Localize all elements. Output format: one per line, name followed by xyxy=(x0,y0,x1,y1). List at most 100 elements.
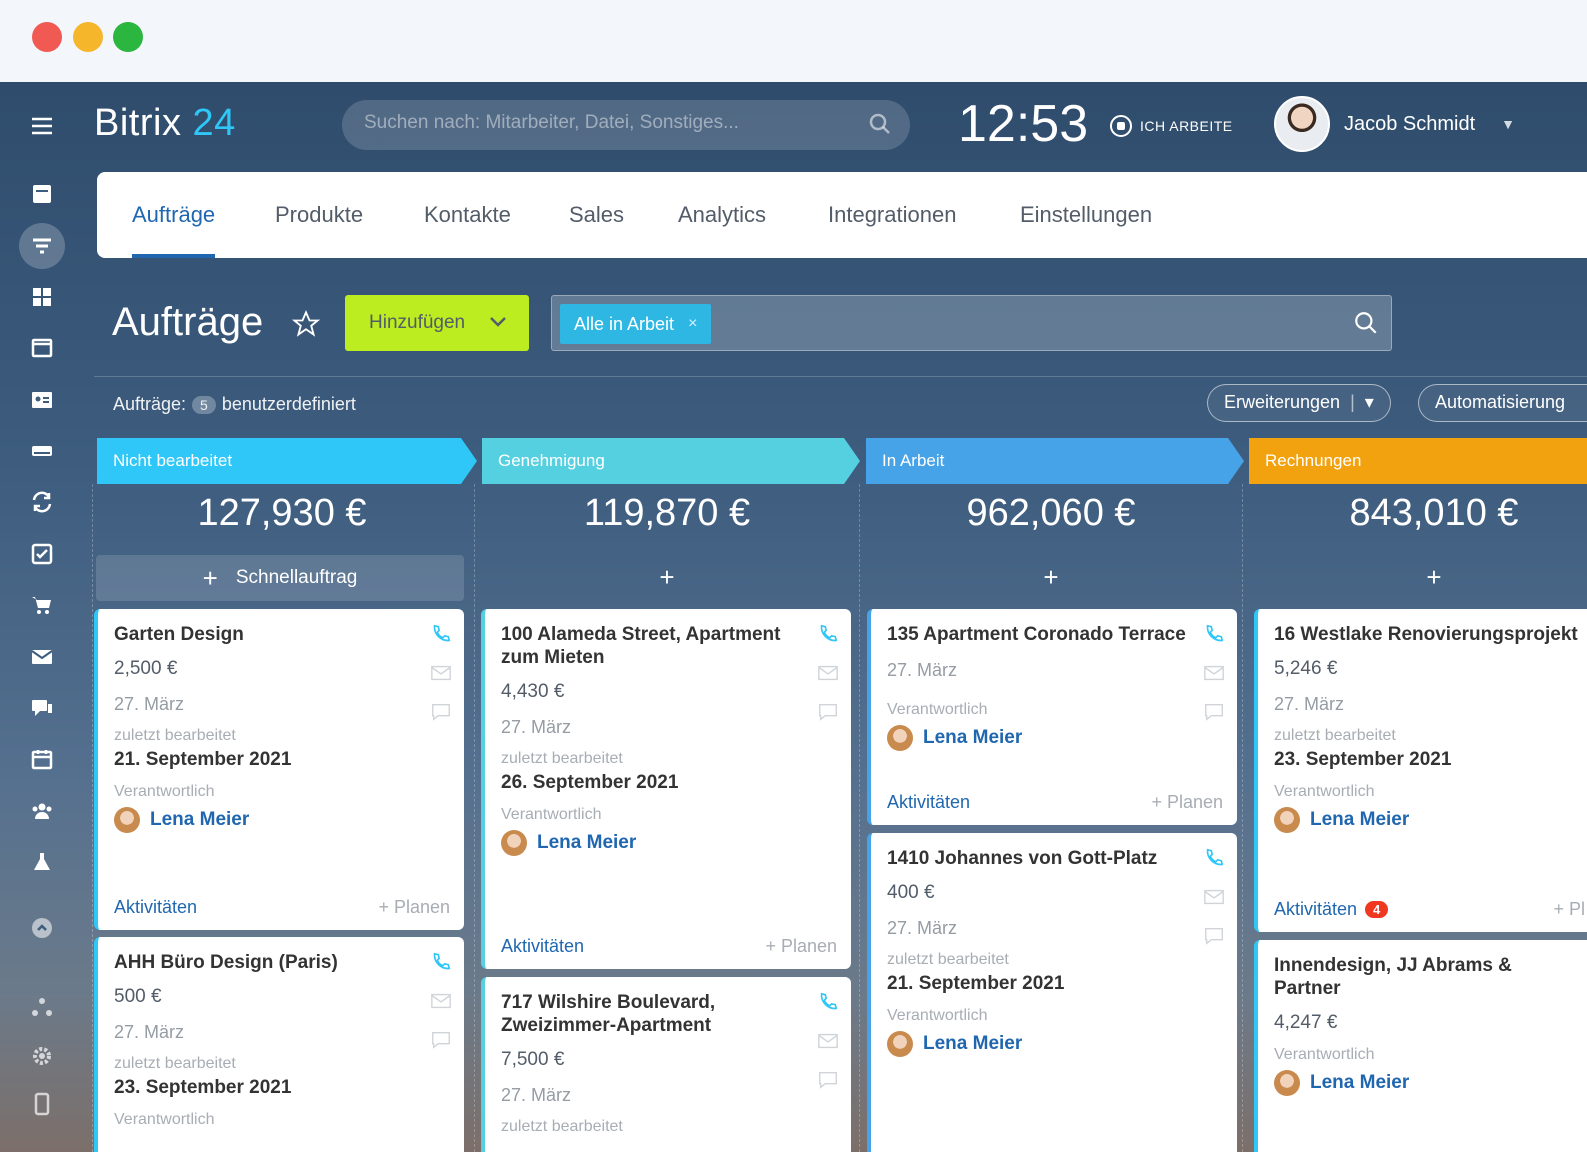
deal-title[interactable]: 717 Wilshire Boulevard, Zweizimmer-Apart… xyxy=(501,991,801,1037)
chat-icon[interactable] xyxy=(22,688,62,728)
phone-icon[interactable] xyxy=(1203,623,1225,650)
comment-icon[interactable] xyxy=(1203,701,1225,728)
activities-link[interactable]: Aktivitäten xyxy=(887,792,970,813)
tab-kontakte[interactable]: Kontakte xyxy=(424,202,511,228)
comment-icon[interactable] xyxy=(817,701,839,728)
contact-card-icon[interactable] xyxy=(22,380,62,420)
deal-card[interactable]: 135 Apartment Coronado Terrace 27. März … xyxy=(867,609,1237,825)
mail-icon[interactable] xyxy=(430,990,452,1017)
add-deal-plus-icon[interactable]: + xyxy=(482,562,852,593)
column-header-genehmigung[interactable]: Genehmigung xyxy=(482,438,860,484)
deal-card[interactable]: Innendesign, JJ Abrams & Partner 4,247 €… xyxy=(1254,940,1587,1152)
mail-icon[interactable] xyxy=(817,1030,839,1057)
bitrix24-logo[interactable]: Bitrix 24 xyxy=(94,102,236,145)
counter-suffix[interactable]: benutzerdefiniert xyxy=(222,394,356,415)
responsible-label: Verantwortlich xyxy=(1274,1046,1375,1063)
minimize-window-button[interactable] xyxy=(73,22,103,52)
automation-button[interactable]: Automatisierung xyxy=(1418,384,1587,422)
close-window-button[interactable] xyxy=(32,22,62,52)
dashboard-icon[interactable] xyxy=(22,277,62,317)
mail-icon[interactable] xyxy=(22,637,62,677)
deal-card[interactable]: 1410 Johannes von Gott-Platz 400 € 27. M… xyxy=(867,833,1237,1152)
filter-search-field[interactable]: Alle in Arbeit × xyxy=(551,295,1392,351)
structure-icon[interactable] xyxy=(22,987,62,1027)
sync-icon[interactable] xyxy=(22,482,62,522)
drive-icon[interactable] xyxy=(22,431,62,471)
add-deal-plus-icon[interactable]: + xyxy=(866,562,1236,593)
deal-card[interactable]: 717 Wilshire Boulevard, Zweizimmer-Apart… xyxy=(481,977,851,1152)
responsible-person[interactable]: Lena Meier xyxy=(1274,807,1581,833)
mail-icon[interactable] xyxy=(430,662,452,689)
deal-title[interactable]: AHH Büro Design (Paris) xyxy=(114,951,414,974)
phone-icon[interactable] xyxy=(430,623,452,650)
work-status-button[interactable]: ICH ARBEITE xyxy=(1110,115,1233,137)
tab-analytics[interactable]: Analytics xyxy=(678,202,766,228)
comment-icon[interactable] xyxy=(430,701,452,728)
mail-icon[interactable] xyxy=(817,662,839,689)
calendar-icon[interactable] xyxy=(22,739,62,779)
deal-card[interactable]: 100 Alameda Street, Apartment zum Mieten… xyxy=(481,609,851,969)
responsible-person[interactable]: Lena Meier xyxy=(887,725,1219,751)
user-menu[interactable]: Jacob Schmidt ▼ xyxy=(1274,96,1515,152)
deal-title[interactable]: 100 Alameda Street, Apartment zum Mieten xyxy=(501,623,801,669)
quick-deal-button[interactable]: + Schnellauftrag xyxy=(96,555,464,601)
deal-title[interactable]: 1410 Johannes von Gott-Platz xyxy=(887,847,1187,870)
activities-link[interactable]: Aktivitäten 4 xyxy=(1274,899,1389,920)
mail-icon[interactable] xyxy=(1203,662,1225,689)
crm-funnel-icon[interactable] xyxy=(19,223,65,269)
filter-chip[interactable]: Alle in Arbeit × xyxy=(560,304,712,344)
deal-title[interactable]: 16 Westlake Renovierungsprojekt xyxy=(1274,623,1578,646)
search-icon[interactable] xyxy=(868,112,892,142)
tab-auftraege[interactable]: Aufträge xyxy=(132,202,216,258)
responsible-person[interactable]: Lena Meier xyxy=(114,807,446,833)
menu-icon[interactable] xyxy=(22,106,62,146)
feed-icon[interactable] xyxy=(22,174,62,214)
employees-icon[interactable] xyxy=(22,791,62,831)
comment-icon[interactable] xyxy=(817,1069,839,1096)
deal-card[interactable]: Garten Design 2,500 € 27. März zuletzt b… xyxy=(94,609,464,930)
search-input[interactable]: Suchen nach: Mitarbeiter, Datei, Sonstig… xyxy=(342,100,910,150)
search-icon[interactable] xyxy=(1353,310,1379,341)
column-header-nicht-bearbeitet[interactable]: Nicht bearbeitet xyxy=(97,438,477,484)
star-icon[interactable] xyxy=(291,309,321,343)
plan-link[interactable]: + Planen xyxy=(378,897,450,918)
settings-gear-icon[interactable] xyxy=(22,1036,62,1076)
lab-flask-icon[interactable] xyxy=(22,842,62,882)
column-header-rechnungen[interactable]: Rechnungen xyxy=(1249,438,1587,484)
calendar-window-icon[interactable] xyxy=(22,328,62,368)
add-button[interactable]: Hinzufügen xyxy=(345,295,529,351)
mobile-icon[interactable] xyxy=(22,1084,62,1124)
plan-link[interactable]: + Planen xyxy=(765,936,837,957)
plan-link[interactable]: + Planen xyxy=(1151,792,1223,813)
deal-title[interactable]: Innendesign, JJ Abrams & Partner xyxy=(1274,954,1534,1000)
responsible-person[interactable]: Lena Meier xyxy=(887,1031,1219,1057)
tab-produkte[interactable]: Produkte xyxy=(275,202,363,228)
collapse-up-icon[interactable] xyxy=(22,908,62,948)
column-header-in-arbeit[interactable]: In Arbeit xyxy=(866,438,1244,484)
responsible-person[interactable]: Lena Meier xyxy=(501,830,833,856)
mail-icon[interactable] xyxy=(1203,886,1225,913)
comment-icon[interactable] xyxy=(430,1029,452,1056)
phone-icon[interactable] xyxy=(430,951,452,978)
phone-icon[interactable] xyxy=(817,623,839,650)
deal-card[interactable]: 16 Westlake Renovierungsprojekt 5,246 € … xyxy=(1254,609,1587,932)
tab-einstellungen[interactable]: Einstellungen xyxy=(1020,202,1152,228)
deal-title[interactable]: Garten Design xyxy=(114,623,414,646)
responsible-person[interactable]: Lena Meier xyxy=(1274,1070,1581,1096)
tab-sales[interactable]: Sales xyxy=(569,202,624,228)
tasks-icon[interactable] xyxy=(22,534,62,574)
extensions-button[interactable]: Erweiterungen | ▾ xyxy=(1207,384,1391,422)
plan-link[interactable]: + Pl xyxy=(1553,899,1585,920)
deal-card[interactable]: AHH Büro Design (Paris) 500 € 27. März z… xyxy=(94,937,464,1152)
maximize-window-button[interactable] xyxy=(113,22,143,52)
phone-icon[interactable] xyxy=(817,991,839,1018)
activities-link[interactable]: Aktivitäten xyxy=(114,897,197,918)
add-deal-plus-icon[interactable]: + xyxy=(1249,562,1587,593)
close-icon[interactable]: × xyxy=(688,315,697,333)
tab-integrationen[interactable]: Integrationen xyxy=(828,202,956,228)
phone-icon[interactable] xyxy=(1203,847,1225,874)
deal-title[interactable]: 135 Apartment Coronado Terrace xyxy=(887,623,1187,646)
shopping-cart-icon[interactable] xyxy=(22,585,62,625)
activities-link[interactable]: Aktivitäten xyxy=(501,936,584,957)
comment-icon[interactable] xyxy=(1203,925,1225,952)
